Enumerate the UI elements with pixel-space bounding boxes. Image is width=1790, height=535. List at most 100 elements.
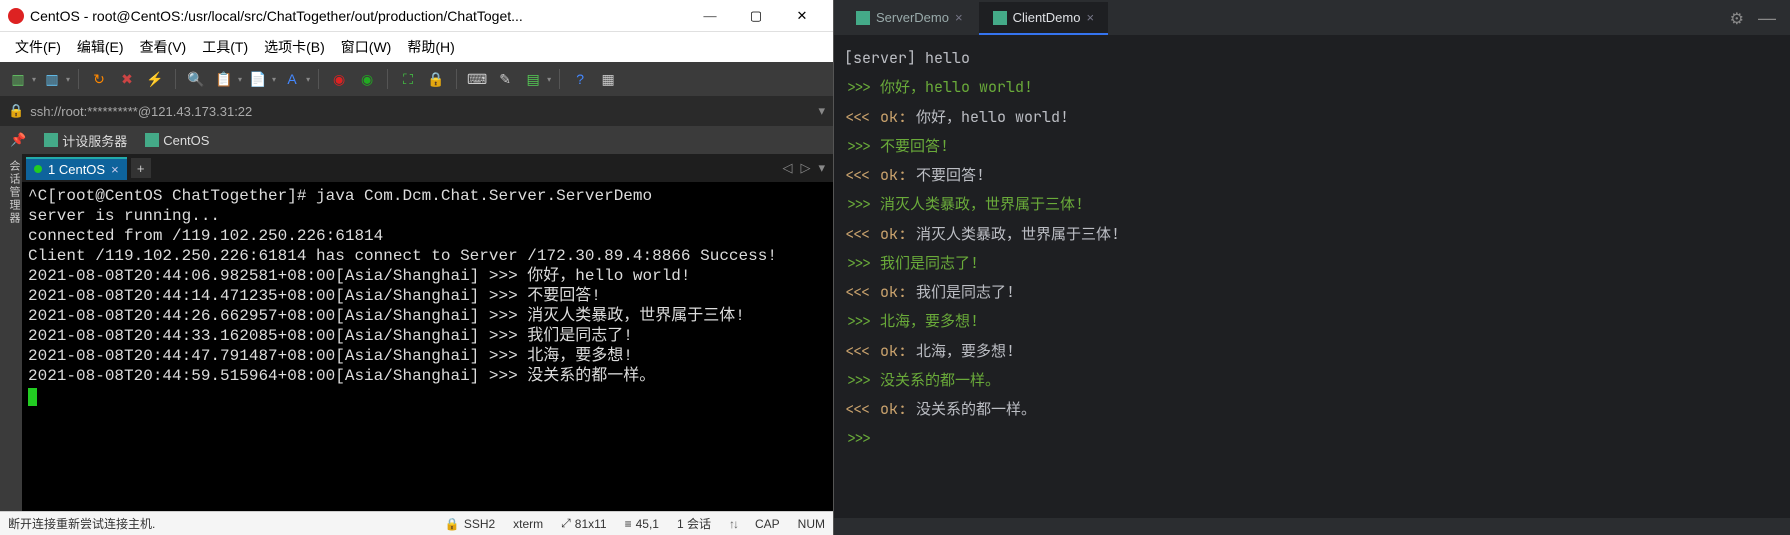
status-size: ⤢ 81x11 bbox=[561, 516, 606, 531]
terminal-line: Client /119.102.250.226:61814 has connec… bbox=[28, 246, 827, 266]
session-manager-tab[interactable]: 会话管理器 bbox=[0, 154, 22, 511]
status-cap: CAP bbox=[755, 517, 780, 531]
bookmark-label: 计设服务器 bbox=[62, 131, 127, 150]
menu-item[interactable]: 查看(V) bbox=[133, 34, 194, 60]
paste-icon[interactable]: 📄 bbox=[246, 67, 270, 91]
console-line: >>> bbox=[844, 424, 1780, 453]
menu-item[interactable]: 窗口(W) bbox=[334, 34, 399, 60]
tab-label: ServerDemo bbox=[876, 10, 949, 25]
menu-item[interactable]: 帮助(H) bbox=[400, 34, 461, 60]
console-line: <<< ok: 我们是同志了! bbox=[844, 278, 1780, 307]
console-line: >>> 你好，hello world! bbox=[844, 73, 1780, 102]
tab-close-icon[interactable]: × bbox=[1086, 10, 1094, 25]
tab-label: 1 CentOS bbox=[48, 162, 105, 177]
status-ssh: 🔒 SSH2 bbox=[445, 517, 495, 531]
gear-icon[interactable]: ⚙ bbox=[1724, 3, 1750, 35]
workspace: 会话管理器 1 CentOS × + ◁ ▷ ▾ ^C[root@CentOS … bbox=[0, 154, 833, 511]
terminal-window: CentOS - root@CentOS:/usr/local/src/Chat… bbox=[0, 0, 834, 535]
bookmark-add-icon[interactable]: 📌 bbox=[6, 130, 30, 150]
console-line: [server] hello bbox=[844, 44, 1780, 73]
new-tab-button[interactable]: + bbox=[131, 158, 151, 178]
toolbar: ▥▾ ▥▾ ↻ ✖ ⚡ 🔍 📋▾ 📄▾ A▾ ◉ ◉ ⛶ 🔒 ⌨ ✎ ▤▾ ? … bbox=[0, 62, 833, 96]
play-icon[interactable]: ◉ bbox=[355, 67, 379, 91]
console-line: <<< ok: 消灭人类暴政，世界属于三体! bbox=[844, 220, 1780, 249]
lock-icon[interactable]: 🔒 bbox=[424, 67, 448, 91]
console-line: >>> 没关系的都一样。 bbox=[844, 366, 1780, 395]
help-icon[interactable]: ? bbox=[568, 67, 592, 91]
titlebar[interactable]: CentOS - root@CentOS:/usr/local/src/Chat… bbox=[0, 0, 833, 32]
menu-item[interactable]: 选项卡(B) bbox=[257, 34, 332, 60]
run-tabs: ServerDemo × ClientDemo × ⚙ — bbox=[834, 0, 1790, 36]
menu-item[interactable]: 编辑(E) bbox=[70, 34, 131, 60]
disconnect-icon[interactable]: ✖ bbox=[115, 67, 139, 91]
console-line: >>> 我们是同志了! bbox=[844, 249, 1780, 278]
highlight-icon[interactable]: ✎ bbox=[493, 67, 517, 91]
console-line: >>> 不要回答! bbox=[844, 132, 1780, 161]
record-icon[interactable]: ◉ bbox=[327, 67, 351, 91]
status-message: 断开连接重新尝试连接主机. bbox=[8, 515, 427, 532]
address-dropdown-icon[interactable]: ▾ bbox=[818, 103, 825, 119]
console-output[interactable]: [server] hello>>> 你好，hello world! <<< ok:… bbox=[834, 36, 1790, 517]
terminal-line: 2021-08-08T20:44:26.662957+08:00[Asia/Sh… bbox=[28, 306, 827, 326]
status-num: NUM bbox=[798, 517, 825, 531]
status-sessions: 1 会话 bbox=[677, 515, 711, 532]
minimize-button[interactable]: — bbox=[687, 1, 733, 31]
reconnect-icon[interactable]: ↻ bbox=[87, 67, 111, 91]
settings-icon[interactable]: ▦ bbox=[596, 67, 620, 91]
terminal-line: 2021-08-08T20:44:33.162085+08:00[Asia/Sh… bbox=[28, 326, 827, 346]
bookmark-item[interactable]: CentOS bbox=[141, 131, 213, 150]
tab-list-icon[interactable]: ▾ bbox=[814, 160, 829, 176]
tab-next-icon[interactable]: ▷ bbox=[796, 160, 814, 176]
status-dot-icon bbox=[34, 165, 42, 173]
terminal-line: connected from /119.102.250.226:61814 bbox=[28, 226, 827, 246]
open-icon[interactable]: ▥ bbox=[40, 67, 64, 91]
terminal-line: 2021-08-08T20:44:14.471235+08:00[Asia/Sh… bbox=[28, 286, 827, 306]
bookmark-item[interactable]: 计设服务器 bbox=[40, 129, 131, 152]
menubar: 文件(F)编辑(E)查看(V)工具(T)选项卡(B)窗口(W)帮助(H) bbox=[0, 32, 833, 62]
terminal-line: 2021-08-08T20:44:59.515964+08:00[Asia/Sh… bbox=[28, 366, 827, 386]
run-config-icon bbox=[993, 11, 1007, 25]
console-line: >>> 北海，要多想! bbox=[844, 307, 1780, 336]
terminal-line: ^C[root@CentOS ChatTogether]# java Com.D… bbox=[28, 186, 827, 206]
terminal-line: server is running... bbox=[28, 206, 827, 226]
search-icon[interactable]: 🔍 bbox=[184, 67, 208, 91]
server-icon bbox=[145, 133, 159, 147]
run-tab[interactable]: ServerDemo × bbox=[842, 2, 977, 35]
status-pos: ≡ 45,1 bbox=[625, 517, 659, 531]
hide-panel-icon[interactable]: — bbox=[1752, 2, 1782, 35]
status-bar: 断开连接重新尝试连接主机. 🔒 SSH2 xterm ⤢ 81x11 ≡ 45,… bbox=[0, 511, 833, 535]
console-line: <<< ok: 不要回答! bbox=[844, 161, 1780, 190]
console-line: >>> 消灭人类暴政，世界属于三体! bbox=[844, 190, 1780, 219]
upload-icon[interactable]: ▤ bbox=[521, 67, 545, 91]
bookmark-label: CentOS bbox=[163, 133, 209, 148]
status-term: xterm bbox=[513, 517, 543, 531]
menu-item[interactable]: 文件(F) bbox=[8, 34, 68, 60]
tab-close-icon[interactable]: × bbox=[111, 162, 119, 177]
fullscreen-icon[interactable]: ⛶ bbox=[396, 67, 420, 91]
tab-prev-icon[interactable]: ◁ bbox=[778, 160, 796, 176]
address-bar[interactable]: 🔒 ssh://root:**********@121.43.173.31:22… bbox=[0, 96, 833, 126]
maximize-button[interactable]: ▢ bbox=[733, 1, 779, 31]
close-button[interactable]: ✕ bbox=[779, 1, 825, 31]
lock-icon: 🔒 bbox=[8, 103, 24, 119]
tab-close-icon[interactable]: × bbox=[955, 10, 963, 25]
tab-bar: 1 CentOS × + ◁ ▷ ▾ bbox=[22, 154, 833, 182]
cursor bbox=[28, 388, 37, 406]
run-tab[interactable]: ClientDemo × bbox=[979, 2, 1109, 35]
keyboard-icon[interactable]: ⌨ bbox=[465, 67, 489, 91]
tab-label: ClientDemo bbox=[1013, 10, 1081, 25]
terminal-output[interactable]: ^C[root@CentOS ChatTogether]# java Com.D… bbox=[22, 182, 833, 511]
menu-item[interactable]: 工具(T) bbox=[195, 34, 255, 60]
console-line: <<< ok: 北海，要多想! bbox=[844, 337, 1780, 366]
terminal-line: 2021-08-08T20:44:47.791487+08:00[Asia/Sh… bbox=[28, 346, 827, 366]
ide-statusbar bbox=[834, 517, 1790, 535]
font-icon[interactable]: A bbox=[280, 67, 304, 91]
new-session-icon[interactable]: ▥ bbox=[6, 67, 30, 91]
terminal-tab[interactable]: 1 CentOS × bbox=[26, 157, 127, 180]
terminal-line: 2021-08-08T20:44:06.982581+08:00[Asia/Sh… bbox=[28, 266, 827, 286]
copy-icon[interactable]: 📋 bbox=[212, 67, 236, 91]
run-config-icon bbox=[856, 11, 870, 25]
status-traffic-icon: ↑↓ bbox=[729, 517, 737, 531]
server-icon bbox=[44, 133, 58, 147]
quick-connect-icon[interactable]: ⚡ bbox=[143, 67, 167, 91]
